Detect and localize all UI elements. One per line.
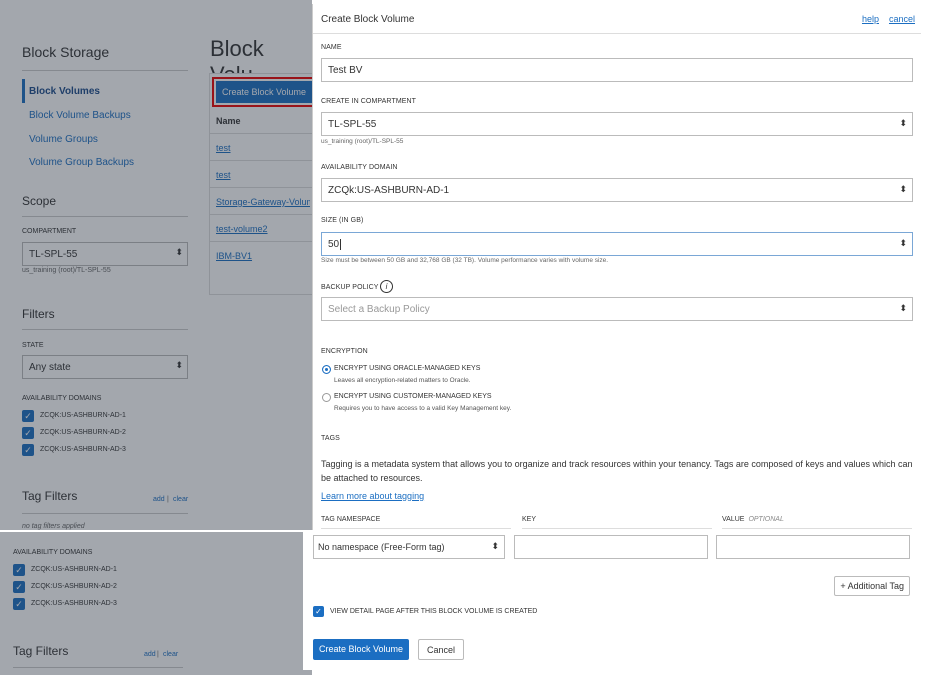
tag-namespace-value: No namespace (Free-Form tag) [318, 542, 445, 552]
name-input-value: Test BV [328, 65, 363, 76]
panel-header: Create Block Volume help cancel [313, 4, 921, 34]
key-header: KEY [522, 516, 537, 523]
backup-policy-placeholder: Select a Backup Policy [328, 304, 430, 315]
divider [722, 528, 912, 529]
encryption-label: ENCRYPTION [321, 348, 368, 355]
value-header: VALUE OPTIONAL [722, 516, 784, 523]
optional-tag: OPTIONAL [748, 516, 784, 523]
compartment-select-value: TL-SPL-55 [328, 119, 377, 130]
divider [522, 528, 712, 529]
additional-tag-button[interactable]: + Additional Tag [834, 576, 910, 596]
value-header-label: VALUE [722, 516, 745, 523]
tag-namespace-header: TAG NAMESPACE [321, 516, 381, 523]
oracle-keys-desc: Leaves all encryption-related matters to… [334, 377, 471, 384]
backup-policy-select[interactable]: Select a Backup Policy ⬍ [321, 297, 913, 321]
modal-overlay [0, 0, 312, 530]
compartment-path: us_training (root)/TL-SPL-55 [321, 138, 404, 145]
panel-title: Create Block Volume [321, 14, 415, 25]
cancel-button[interactable]: Cancel [418, 639, 465, 660]
backup-policy-label: BACKUP POLICY [321, 284, 379, 291]
info-icon[interactable]: i [380, 280, 393, 293]
oracle-keys-label: ENCRYPT USING ORACLE-MANAGED KEYS [334, 365, 481, 372]
learn-more-tagging-link[interactable]: Learn more about tagging [321, 491, 424, 501]
chevron-updown-icon: ⬍ [899, 184, 907, 194]
oracle-keys-radio[interactable] [322, 365, 331, 374]
size-hint: Size must be between 50 GB and 32,768 GB… [321, 257, 609, 264]
size-label: SIZE (IN GB) [321, 217, 364, 224]
view-detail-label: VIEW DETAIL PAGE AFTER THIS BLOCK VOLUME… [330, 608, 538, 615]
tag-namespace-select[interactable]: No namespace (Free-Form tag) ⬍ [313, 535, 505, 559]
view-detail-checkbox[interactable]: ✓ [313, 606, 324, 617]
help-link[interactable]: help [862, 14, 879, 24]
chevron-updown-icon: ⬍ [899, 303, 907, 313]
tag-key-input[interactable] [514, 535, 708, 559]
stepper-icon[interactable]: ⬍ [899, 238, 907, 249]
modal-overlay [0, 532, 312, 675]
tags-description: Tagging is a metadata system that allows… [321, 459, 913, 483]
customer-keys-label: ENCRYPT USING CUSTOMER-MANAGED KEYS [334, 393, 492, 400]
availability-domain-label: AVAILABILITY DOMAIN [321, 164, 398, 171]
chevron-updown-icon: ⬍ [899, 118, 907, 128]
name-input[interactable]: Test BV [321, 58, 913, 82]
size-input[interactable]: 50 ⬍ [321, 232, 913, 256]
create-block-volume-submit-button[interactable]: Create Block Volume [313, 639, 410, 660]
tags-label: TAGS [321, 435, 340, 442]
create-block-volume-panel-footer: No namespace (Free-Form tag) ⬍ + Additio… [303, 532, 920, 670]
compartment-label: CREATE IN COMPARTMENT [321, 98, 417, 105]
customer-keys-desc: Requires you to have access to a valid K… [334, 405, 512, 412]
chevron-updown-icon: ⬍ [491, 541, 499, 551]
size-input-value: 50 [328, 239, 340, 250]
cancel-link[interactable]: cancel [889, 14, 915, 24]
availability-domain-value: ZCQk:US-ASHBURN-AD-1 [328, 185, 450, 196]
divider [321, 528, 511, 529]
compartment-select[interactable]: TL-SPL-55 ⬍ [321, 112, 913, 136]
tag-value-input[interactable] [716, 535, 910, 559]
availability-domain-select[interactable]: ZCQk:US-ASHBURN-AD-1 ⬍ [321, 178, 913, 202]
name-label: NAME [321, 44, 342, 51]
customer-keys-radio[interactable] [322, 393, 331, 402]
